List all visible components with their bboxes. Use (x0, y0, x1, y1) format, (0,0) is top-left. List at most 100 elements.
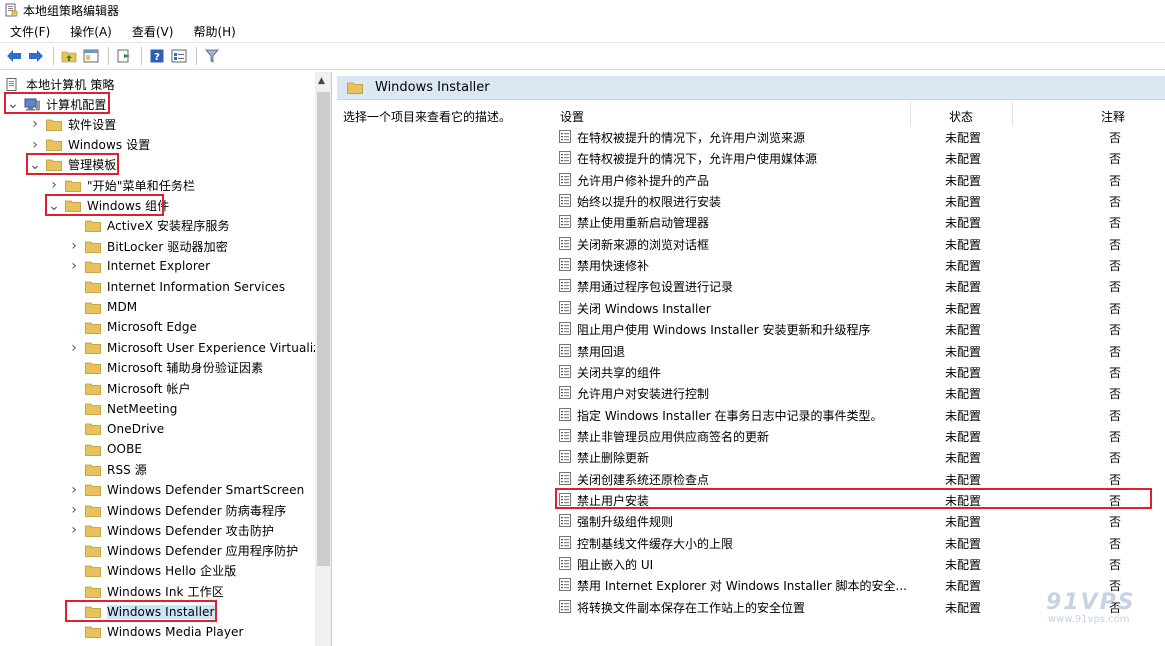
chevron-right-icon[interactable]: › (67, 258, 81, 274)
back-button[interactable] (4, 46, 24, 66)
tree-item[interactable]: NetMeeting (67, 399, 177, 419)
column-divider[interactable] (910, 102, 911, 126)
forward-button[interactable] (26, 46, 46, 66)
chevron-down-icon[interactable]: ⌄ (47, 199, 61, 213)
policy-row[interactable]: 指定 Windows Installer 在事务日志中记录的事件类型。 未配置 否 (556, 404, 1152, 425)
policy-row[interactable]: 阻止用户使用 Windows Installer 安装更新和升级程序 未配置 否 (556, 318, 1152, 339)
tree-item-label: MDM (107, 300, 138, 314)
tree-item[interactable]: › BitLocker 驱动器加密 (67, 236, 228, 256)
menu-file[interactable]: 文件(F) (8, 21, 52, 42)
tree-item[interactable]: RSS 源 (67, 459, 147, 479)
folder-icon (85, 281, 101, 294)
column-divider[interactable] (1012, 102, 1013, 126)
properties-button[interactable] (169, 46, 189, 66)
menu-action[interactable]: 操作(A) (68, 21, 114, 42)
scroll-up-arrow-icon[interactable]: ▲ (318, 76, 325, 86)
tree-item[interactable]: ⌄ 计算机配置 (6, 94, 107, 114)
policy-name: 禁用快速修补 (577, 259, 650, 274)
policy-row[interactable]: 在特权被提升的情况下，允许用户浏览来源 未配置 否 (556, 126, 1152, 147)
chevron-right-icon[interactable]: › (67, 238, 81, 254)
scrollbar-thumb[interactable] (317, 92, 330, 566)
policy-state: 未配置 (945, 131, 982, 145)
tree-item[interactable]: ActiveX 安装程序服务 (67, 216, 230, 236)
help-button[interactable]: ? (147, 46, 167, 66)
folder-icon (85, 403, 101, 415)
policy-row[interactable]: 禁止删除更新 未配置 否 (556, 446, 1152, 467)
tree-item[interactable]: ⌄ 管理模板 (28, 155, 116, 175)
folder-icon (85, 565, 101, 578)
folder-icon (85, 545, 101, 557)
policy-row[interactable]: 禁止用户安装 未配置 否 (556, 489, 1152, 510)
tree-item[interactable]: Microsoft Edge (67, 317, 197, 337)
tree-item[interactable]: › Windows Defender 攻击防护 (67, 520, 274, 540)
tree-item[interactable]: ⌄ Windows 组件 (47, 196, 169, 216)
policy-row[interactable]: 禁止使用重新启动管理器 未配置 否 (556, 211, 1152, 232)
policy-row[interactable]: 禁用快速修补 未配置 否 (556, 254, 1152, 275)
chevron-right-icon[interactable]: › (67, 522, 81, 538)
folder-icon (85, 464, 101, 476)
policy-state: 未配置 (945, 280, 982, 295)
policy-row[interactable]: 关闭 Windows Installer 未配置 否 (556, 297, 1152, 318)
tree-item[interactable]: Windows Defender 应用程序防护 (67, 541, 298, 561)
policy-name: 禁止使用重新启动管理器 (577, 216, 710, 231)
tree-item-label: RSS 源 (107, 462, 147, 477)
chevron-down-icon[interactable]: ⌄ (6, 97, 20, 111)
policy-row[interactable]: 在特权被提升的情况下，允许用户使用媒体源 未配置 否 (556, 147, 1152, 168)
policy-row[interactable]: 始终以提升的权限进行安装 未配置 否 (556, 190, 1152, 211)
tree-item[interactable]: OOBE (67, 439, 142, 459)
computer-icon (24, 98, 40, 110)
tree-item[interactable]: Windows Installer (67, 602, 215, 622)
policy-row[interactable]: 禁止非管理员应用供应商签名的更新 未配置 否 (556, 425, 1152, 446)
tree-item[interactable]: › 软件设置 (28, 114, 116, 134)
chevron-right-icon[interactable]: › (28, 137, 42, 153)
tree-item[interactable]: › Internet Explorer (67, 256, 210, 276)
tree-item[interactable]: Internet Information Services (67, 277, 285, 297)
column-header-comment[interactable]: 注释 (1101, 105, 1125, 127)
policy-row[interactable]: 允许用户修补提升的产品 未配置 否 (556, 169, 1152, 190)
column-header-state[interactable]: 状态 (949, 105, 973, 127)
policy-setting-icon (559, 236, 571, 250)
policy-row[interactable]: 关闭新来源的浏览对话框 未配置 否 (556, 233, 1152, 254)
chevron-right-icon[interactable]: › (47, 177, 61, 193)
export-list-button[interactable] (114, 46, 134, 66)
tree-item[interactable]: › Microsoft User Experience Virtualiz (67, 338, 315, 358)
tree-scrollbar[interactable]: ▲ (315, 72, 331, 646)
folder-icon (85, 362, 101, 375)
up-folder-button[interactable] (59, 46, 79, 66)
tree-item-label: Windows Installer (107, 604, 215, 619)
tree-item[interactable]: Windows Media Player (67, 622, 244, 642)
menu-view[interactable]: 查看(V) (130, 21, 176, 42)
policy-state: 未配置 (945, 365, 982, 380)
tree-item[interactable]: Windows Hello 企业版 (67, 561, 236, 581)
toolbar-separator (108, 47, 109, 65)
policy-row[interactable]: 禁用回退 未配置 否 (556, 340, 1152, 361)
menu-help[interactable]: 帮助(H) (191, 21, 237, 42)
tree-item[interactable]: › Windows 设置 (28, 135, 150, 155)
tree-item[interactable]: MDM (67, 297, 137, 317)
policy-row[interactable]: 禁用通过程序包设置进行记录 未配置 否 (556, 275, 1152, 296)
tree-item[interactable]: › Windows Defender 防病毒程序 (67, 500, 286, 520)
column-header-setting[interactable]: 设置 (560, 105, 584, 127)
show-hide-tree-button[interactable] (81, 46, 101, 66)
tree-item[interactable]: › "开始"菜单和任务栏 (47, 175, 195, 195)
chevron-down-icon[interactable]: ⌄ (28, 158, 42, 172)
policy-comment: 否 (1109, 301, 1122, 316)
chevron-right-icon[interactable]: › (67, 502, 81, 518)
filter-button[interactable] (202, 46, 222, 66)
tree-item[interactable]: Microsoft 帐户 (67, 378, 191, 398)
tree-root[interactable]: 本地计算机 策略 (4, 74, 115, 94)
tree-item[interactable]: OneDrive (67, 419, 164, 439)
policy-row[interactable]: 强制升级组件规则 未配置 否 (556, 510, 1152, 531)
tree-item[interactable]: › Windows Defender SmartScreen (67, 480, 304, 500)
policy-row[interactable]: 阻止嵌入的 UI 未配置 否 (556, 553, 1152, 574)
policy-row[interactable]: 允许用户对安装进行控制 未配置 否 (556, 382, 1152, 403)
policy-row[interactable]: 关闭共享的组件 未配置 否 (556, 361, 1152, 382)
policy-row[interactable]: 关闭创建系统还原检查点 未配置 否 (556, 468, 1152, 489)
chevron-right-icon[interactable]: › (28, 116, 42, 132)
tree-item[interactable]: Windows Ink 工作区 (67, 581, 224, 601)
chevron-right-icon[interactable]: › (67, 482, 81, 498)
tree-item[interactable]: Microsoft 辅助身份验证因素 (67, 358, 263, 378)
toolbar-separator (196, 47, 197, 65)
policy-row[interactable]: 控制基线文件缓存大小的上限 未配置 否 (556, 532, 1152, 553)
chevron-right-icon[interactable]: › (67, 340, 81, 356)
